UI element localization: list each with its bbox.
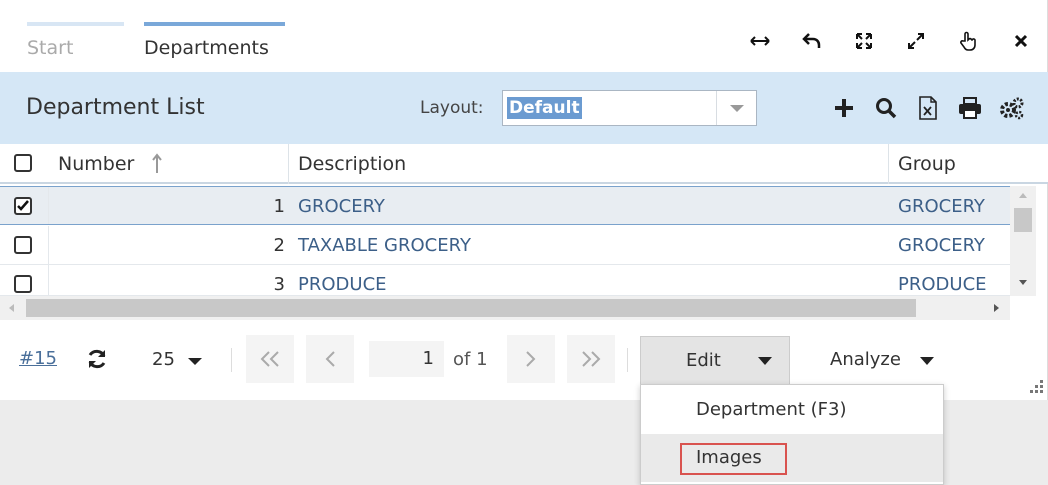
grid-header: Number Description Group: [0, 144, 1048, 184]
add-icon[interactable]: [830, 94, 858, 122]
page-size-select[interactable]: 25: [152, 349, 175, 370]
cell-group: GROCERY: [898, 235, 985, 256]
cell-description: PRODUCE: [298, 274, 387, 295]
select-all-checkbox[interactable]: [14, 154, 32, 172]
column-number[interactable]: Number: [58, 144, 134, 184]
row-checkbox[interactable]: [14, 236, 32, 254]
divider: [627, 348, 628, 372]
table-row[interactable]: 3 PRODUCE PRODUCE: [0, 265, 1010, 296]
expand-icon[interactable]: [903, 28, 929, 54]
horizontal-scrollbar[interactable]: [0, 296, 1010, 320]
divider: [231, 348, 232, 372]
fullscreen-icon[interactable]: [851, 28, 877, 54]
scroll-right-icon[interactable]: [990, 296, 1004, 320]
cell-group: PRODUCE: [898, 274, 987, 295]
scroll-left-icon[interactable]: [4, 296, 18, 320]
row-checkbox-checked[interactable]: [14, 197, 32, 215]
resize-grip-icon[interactable]: [1024, 378, 1044, 398]
edit-button[interactable]: Edit: [640, 336, 790, 384]
vertical-scrollbar[interactable]: [1010, 186, 1036, 296]
scroll-up-icon[interactable]: [1010, 188, 1036, 202]
analyze-button[interactable]: Analyze: [830, 349, 901, 370]
layout-select-value: Default: [507, 97, 582, 119]
tab-indicator-active: [144, 22, 285, 26]
refresh-icon[interactable]: [86, 348, 108, 374]
horizontal-scroll-thumb[interactable]: [26, 299, 916, 317]
previous-page-button[interactable]: [306, 335, 354, 383]
column-group[interactable]: Group: [898, 144, 956, 184]
resize-horizontal-icon[interactable]: [747, 28, 773, 54]
table-row[interactable]: 2 TAXABLE GROCERY GROCERY: [0, 226, 1010, 265]
cell-number: 2: [273, 235, 285, 256]
menu-item-label: Department (F3): [696, 399, 847, 420]
layout-label: Layout:: [420, 98, 484, 118]
menu-item-department[interactable]: Department (F3): [641, 386, 943, 434]
undo-icon[interactable]: [799, 28, 825, 54]
chevron-down-icon: [758, 357, 772, 365]
edit-dropdown-menu: Department (F3) Images: [640, 384, 944, 485]
tab-departments-label: Departments: [144, 37, 269, 59]
cell-number: 1: [273, 196, 285, 217]
cell-number: 3: [273, 274, 285, 295]
next-page-button[interactable]: [507, 335, 555, 383]
tab-indicator: [27, 22, 124, 26]
chevron-down-icon[interactable]: [188, 358, 202, 365]
tab-start-label: Start: [27, 37, 74, 59]
page-title: Department List: [26, 95, 205, 120]
edit-button-label: Edit: [686, 350, 721, 371]
tab-start[interactable]: Start: [27, 22, 124, 72]
pointer-icon[interactable]: [955, 28, 981, 54]
tab-departments[interactable]: Departments: [144, 22, 285, 72]
settings-icon[interactable]: [998, 94, 1026, 122]
row-checkbox[interactable]: [14, 275, 32, 293]
print-icon[interactable]: [956, 94, 984, 122]
excel-icon[interactable]: [914, 94, 942, 122]
column-separator[interactable]: [288, 144, 289, 184]
current-page-input[interactable]: 1: [369, 341, 444, 377]
menu-item-label: Images: [696, 447, 762, 468]
table-row[interactable]: 1 GROCERY GROCERY: [0, 186, 1010, 225]
list-header: Department List Layout: Default: [0, 72, 1048, 144]
column-description[interactable]: Description: [298, 144, 406, 184]
last-page-button[interactable]: [567, 335, 615, 383]
record-count-link[interactable]: #15: [19, 348, 57, 369]
cell-group: GROCERY: [898, 196, 985, 217]
cell-divider: [48, 265, 49, 295]
layout-select[interactable]: Default: [502, 90, 757, 126]
column-separator[interactable]: [888, 144, 889, 184]
chevron-down-icon[interactable]: [716, 91, 756, 125]
scroll-down-icon[interactable]: [1010, 276, 1036, 290]
main-panel: Start Departments Department List Layout…: [0, 0, 1048, 400]
vertical-scroll-thumb[interactable]: [1014, 208, 1032, 232]
menu-item-images[interactable]: Images: [641, 434, 943, 482]
page-count-label: of 1: [453, 349, 488, 370]
cell-description: GROCERY: [298, 196, 385, 217]
cell-description: TAXABLE GROCERY: [298, 235, 471, 256]
sort-ascending-icon: [151, 153, 163, 179]
cell-divider: [48, 187, 49, 224]
chevron-down-icon[interactable]: [920, 357, 934, 365]
search-icon[interactable]: [872, 94, 900, 122]
close-icon[interactable]: [1008, 28, 1034, 54]
cell-divider: [48, 226, 49, 264]
first-page-button[interactable]: [246, 335, 294, 383]
